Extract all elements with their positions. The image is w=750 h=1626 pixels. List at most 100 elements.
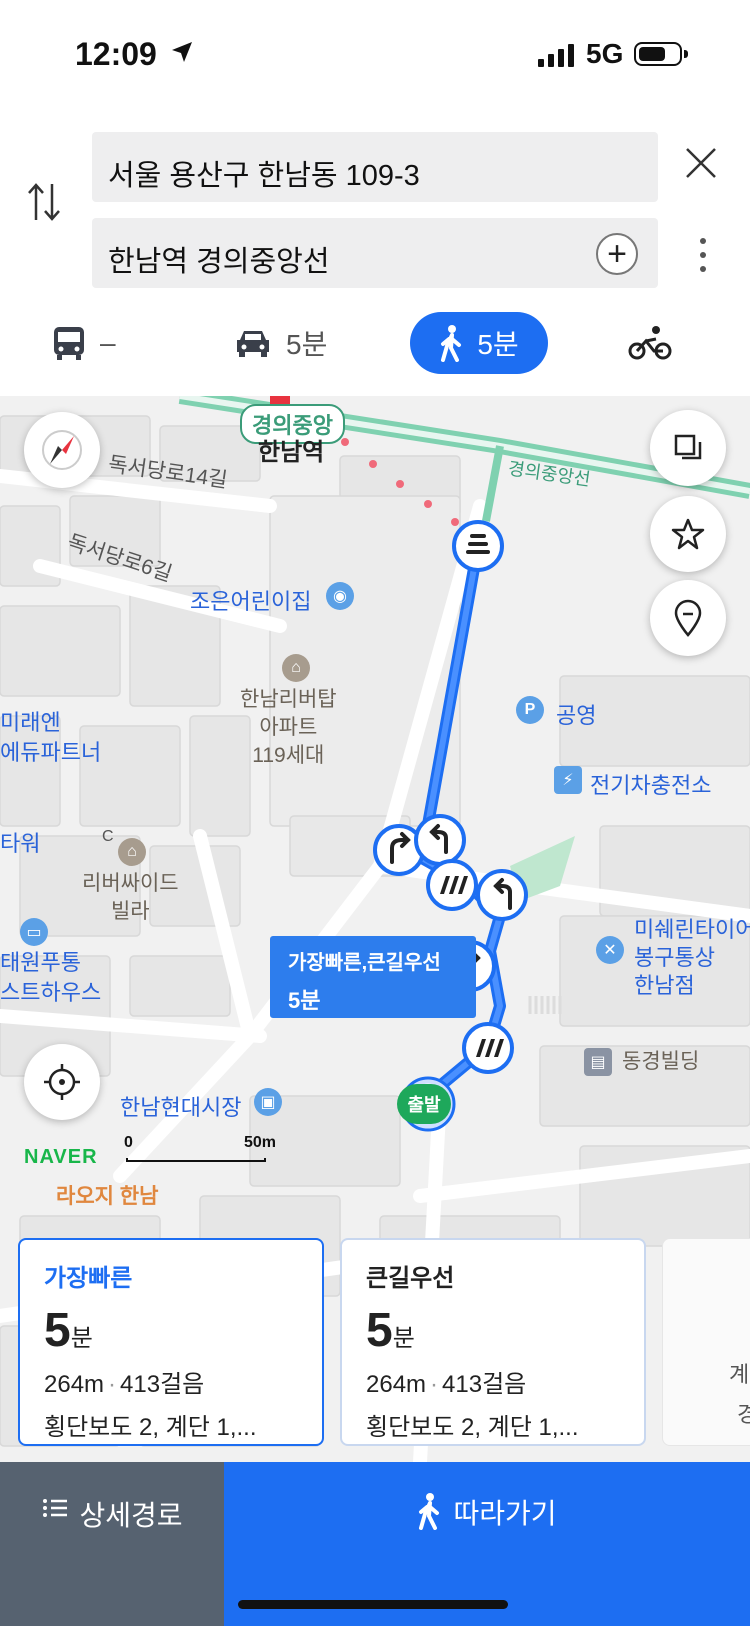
battery-icon bbox=[634, 42, 688, 66]
car-icon bbox=[237, 331, 269, 357]
mirae-line1: 미래엔 bbox=[0, 710, 61, 735]
route-tooltip-duration: 5분 bbox=[288, 988, 321, 1013]
route-distance: 264m · 413걸음 bbox=[366, 1371, 527, 1398]
poi-guesthouse[interactable]: 태원푸통 스트하우스 bbox=[0, 948, 101, 1008]
tab-bike[interactable] bbox=[628, 312, 672, 374]
apartment-icon: ⌂ bbox=[282, 654, 310, 682]
bike-icon bbox=[628, 326, 672, 360]
building-icon: ▤ bbox=[584, 1048, 612, 1076]
route-tooltip-title: 가장빠른,큰길우선 bbox=[288, 952, 441, 974]
walk-icon bbox=[441, 325, 462, 362]
bus-icon bbox=[54, 327, 84, 360]
tab-walk[interactable]: 5분 bbox=[410, 312, 548, 374]
route-minutes: 5 bbox=[366, 1304, 393, 1357]
signal-icon bbox=[538, 44, 574, 67]
route-label: 큰길우선 bbox=[366, 1265, 455, 1292]
poi-mirae[interactable]: 미래엔 에듀파트너 bbox=[0, 708, 101, 768]
poi-villa[interactable]: 리버싸이드 빌라 bbox=[82, 870, 179, 926]
steps-value: 413걸음 bbox=[120, 1371, 205, 1398]
home-indicator[interactable] bbox=[238, 1600, 508, 1609]
walk-icon bbox=[419, 1493, 440, 1530]
tab-walk-label: 5분 bbox=[477, 329, 519, 360]
layers-icon bbox=[674, 434, 702, 460]
route-detail-label: 상세경로 bbox=[79, 1500, 183, 1531]
mirae-line2: 에듀파트너 bbox=[0, 740, 102, 765]
follow-route-label: 따라가기 bbox=[453, 1498, 557, 1529]
destination-text: 한남역 경의중앙선 bbox=[108, 246, 330, 278]
route-detail: 횡단보도 2, 계단 1,... bbox=[366, 1414, 579, 1441]
map-scale: 0 50m bbox=[124, 1134, 276, 1164]
distance-value: 264m bbox=[44, 1371, 105, 1398]
tab-car-label: 5분 bbox=[286, 329, 328, 360]
route-card-partial[interactable]: 계 경 bbox=[662, 1238, 750, 1446]
route-detail: 횡단보도 2, 계단 1,... bbox=[44, 1414, 257, 1441]
compass-button[interactable] bbox=[24, 412, 100, 488]
guesthouse-line1: 태원푸통 bbox=[0, 950, 81, 975]
route-duration: 5분 bbox=[44, 1303, 298, 1358]
route-duration: 5분 bbox=[366, 1303, 620, 1358]
ev-charger-icon: ⚡ bbox=[554, 766, 582, 794]
daycare-icon: ◉ bbox=[326, 582, 354, 610]
pin-icon bbox=[674, 599, 702, 637]
route-unit: 분 bbox=[70, 1325, 93, 1352]
partial-text: 경 bbox=[737, 1402, 750, 1427]
apartment-type: 아파트 bbox=[259, 716, 318, 739]
scale-bar bbox=[126, 1158, 266, 1162]
route-search-panel: 서울 용산구 한남동 109-3 한남역 경의중앙선 + – 5분 5분 bbox=[0, 110, 750, 400]
poi-daycare[interactable]: 조은어린이집 bbox=[190, 584, 311, 616]
market-icon: ▣ bbox=[254, 1088, 282, 1116]
poi-tire-shop[interactable]: 미쉐린타이어 봉구통상 한남점 bbox=[634, 916, 750, 1000]
status-bar: 12:09 5G bbox=[0, 0, 750, 110]
poi-tower[interactable]: 타워 bbox=[0, 826, 40, 858]
poi-cut-label[interactable]: 라오지 한남 bbox=[56, 1180, 158, 1210]
apartment-units: 119세대 bbox=[252, 744, 325, 767]
tire-shop-line1: 미쉐린타이어 bbox=[634, 917, 750, 942]
poi-ev-charger[interactable]: 전기차충전소 bbox=[590, 768, 711, 800]
scale-zero: 0 bbox=[124, 1134, 133, 1151]
route-tooltip[interactable]: 가장빠른,큰길우선 5분 bbox=[270, 936, 476, 1018]
apartment-name: 한남리버탑 bbox=[240, 688, 337, 711]
more-icon[interactable] bbox=[700, 238, 706, 272]
tire-shop-line3: 한남점 bbox=[634, 973, 695, 998]
villa-type: 빌라 bbox=[110, 900, 150, 923]
swap-icon[interactable] bbox=[26, 180, 62, 224]
tire-shop-line2: 봉구통상 bbox=[634, 945, 715, 970]
partial-text: 계 bbox=[729, 1362, 750, 1387]
naver-logo: NAVER bbox=[24, 1146, 98, 1168]
my-location-button[interactable] bbox=[24, 1044, 100, 1120]
tab-transit-label: – bbox=[100, 327, 116, 358]
add-waypoint-button[interactable]: + bbox=[596, 233, 638, 275]
destination-field[interactable]: 한남역 경의중앙선 + bbox=[92, 218, 658, 288]
poi-market[interactable]: 한남현대시장 bbox=[120, 1090, 241, 1122]
star-icon bbox=[671, 518, 705, 550]
station-label[interactable]: 한남역 bbox=[258, 432, 324, 467]
route-unit: 분 bbox=[392, 1325, 415, 1352]
poi-parking[interactable]: 공영 bbox=[556, 698, 596, 730]
network-type: 5G bbox=[586, 38, 624, 69]
repair-icon: ✕ bbox=[596, 936, 624, 964]
poi-building[interactable]: 동경빌딩 bbox=[622, 1048, 699, 1076]
layers-button[interactable] bbox=[650, 410, 726, 486]
origin-field[interactable]: 서울 용산구 한남동 109-3 bbox=[92, 132, 658, 202]
parking-icon: P bbox=[516, 696, 544, 724]
transport-mode-tabs: – 5분 5분 bbox=[0, 308, 750, 378]
list-icon bbox=[43, 1499, 68, 1517]
clock: 12:09 bbox=[75, 36, 157, 72]
compass-icon bbox=[42, 430, 82, 470]
tab-car[interactable]: 5분 bbox=[234, 312, 327, 374]
tab-transit[interactable]: – bbox=[52, 312, 116, 374]
route-card[interactable]: 큰길우선 5분 264m · 413걸음 횡단보도 2, 계단 1,... bbox=[340, 1238, 646, 1446]
villa-name: 리버싸이드 bbox=[82, 872, 179, 895]
guesthouse-line2: 스트하우스 bbox=[0, 980, 102, 1005]
route-minutes: 5 bbox=[44, 1304, 71, 1357]
route-detail-button[interactable]: 상세경로 bbox=[0, 1462, 224, 1626]
block-letter: C bbox=[102, 828, 114, 845]
poi-apartment[interactable]: 한남리버탑 아파트 119세대 bbox=[240, 686, 337, 770]
route-card[interactable]: 가장빠른 5분 264m · 413걸음 횡단보도 2, 계단 1,... bbox=[18, 1238, 324, 1446]
start-marker[interactable]: 출발 bbox=[397, 1084, 451, 1124]
place-button[interactable] bbox=[650, 580, 726, 656]
route-distance: 264m · 413걸음 bbox=[44, 1371, 205, 1398]
guesthouse-icon: ▭ bbox=[20, 918, 48, 946]
close-icon[interactable] bbox=[684, 146, 718, 180]
favorite-button[interactable] bbox=[650, 496, 726, 572]
